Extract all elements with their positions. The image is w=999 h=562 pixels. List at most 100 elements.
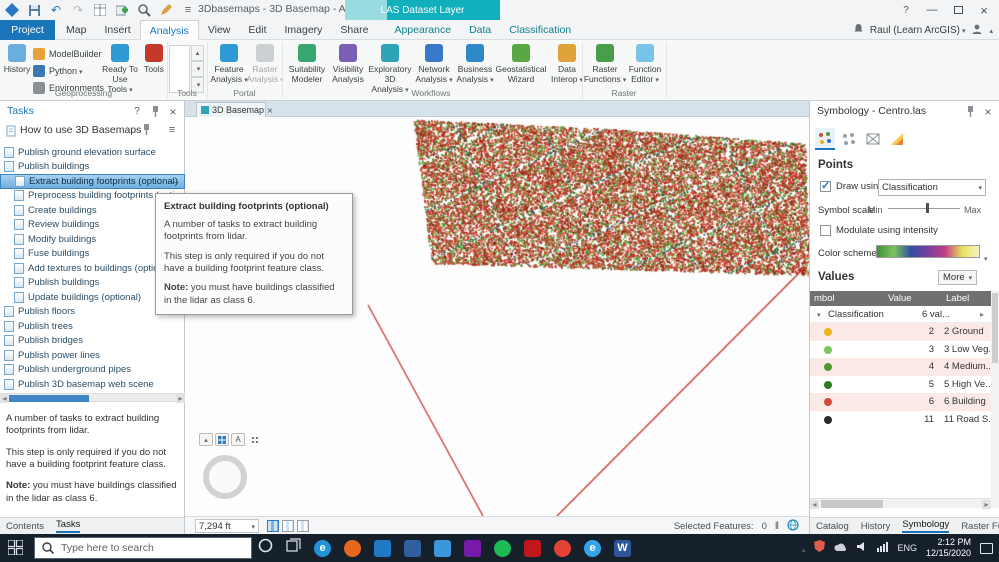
value-row[interactable]: 66 Building — [810, 393, 991, 411]
gallery-down-icon[interactable] — [191, 61, 204, 77]
class-color-swatch[interactable] — [824, 381, 832, 389]
pause-drawing-icon[interactable] — [775, 521, 779, 532]
taskbar-app-word[interactable]: W — [614, 540, 631, 557]
draw-using-checkbox[interactable] — [820, 181, 831, 192]
symbology-pin-icon[interactable] — [963, 105, 977, 118]
labels-control-icon[interactable]: A — [231, 433, 245, 446]
taskbar-app-acrobat[interactable] — [524, 540, 541, 557]
network-icon[interactable] — [877, 539, 888, 557]
person-icon[interactable] — [971, 23, 983, 38]
selection-grid-icon[interactable] — [267, 520, 279, 532]
refresh-globe-icon[interactable] — [787, 519, 799, 534]
task-menu-icon[interactable] — [165, 123, 179, 136]
value-row[interactable]: 55 High Ve... — [810, 376, 991, 394]
start-button[interactable] — [8, 540, 23, 560]
compass-control[interactable] — [203, 455, 247, 499]
add-data-icon[interactable] — [114, 2, 130, 18]
class-color-swatch[interactable] — [824, 346, 832, 354]
tab-data[interactable]: Data — [460, 20, 500, 40]
values-hscrollbar[interactable] — [810, 498, 991, 508]
tab-project[interactable]: Project — [0, 20, 55, 40]
close-icon[interactable]: × — [973, 1, 995, 19]
tab-classification[interactable]: Classification — [500, 20, 580, 40]
tab-view[interactable]: View — [199, 20, 240, 40]
value-row[interactable]: 1111 Road S... — [810, 411, 991, 429]
elevation-symbology-icon[interactable] — [887, 128, 907, 150]
python-button[interactable]: Python — [33, 63, 99, 78]
tab-imagery[interactable]: Imagery — [275, 20, 331, 40]
tab-edit[interactable]: Edit — [239, 20, 275, 40]
points-symbology-icon[interactable] — [815, 128, 835, 150]
task-pin-icon[interactable] — [139, 123, 153, 136]
taskbar-app-store[interactable] — [374, 540, 391, 557]
task-item-selected[interactable]: Extract building footprints (optional)→ — [0, 174, 185, 189]
tab-appearance[interactable]: Appearance — [385, 20, 460, 40]
tab-share[interactable]: Share — [331, 20, 377, 40]
task-item[interactable]: Publish bridges — [0, 334, 185, 349]
taskbar-app-onenote[interactable] — [464, 540, 481, 557]
language-indicator[interactable]: ENG — [897, 543, 917, 553]
class-color-swatch[interactable] — [824, 328, 832, 336]
scroll-left-icon[interactable] — [810, 500, 819, 509]
edit-icon[interactable] — [158, 2, 174, 18]
symbol-scale-slider[interactable] — [888, 201, 960, 215]
class-color-swatch[interactable] — [824, 398, 832, 406]
save-icon[interactable] — [26, 2, 42, 18]
tab-contents[interactable]: Contents — [6, 521, 44, 532]
redo-icon[interactable]: ↷ — [70, 2, 86, 18]
bell-icon[interactable] — [853, 23, 864, 37]
tab-catalog[interactable]: Catalog — [816, 521, 849, 532]
tab-symbology[interactable]: Symbology — [902, 519, 949, 533]
tab-analysis[interactable]: Analysis — [140, 20, 199, 40]
tab-raster-functions[interactable]: Raster Functions — [961, 521, 999, 532]
value-row[interactable]: 44 Medium... — [810, 358, 991, 376]
scroll-right-icon[interactable] — [176, 394, 185, 403]
maximize-icon[interactable] — [947, 1, 969, 19]
help-icon[interactable] — [895, 1, 917, 19]
taskbar-app-internet-explorer[interactable]: e — [584, 540, 601, 557]
color-scheme-bar[interactable] — [876, 245, 980, 258]
action-center-icon[interactable] — [980, 543, 993, 554]
value-row[interactable]: 33 Low Veg... — [810, 341, 991, 359]
modulate-checkbox[interactable] — [820, 225, 831, 236]
scroll-left-icon[interactable] — [0, 394, 9, 403]
scrollbar-thumb[interactable] — [821, 500, 883, 508]
slider-handle[interactable] — [926, 203, 929, 213]
undo-icon[interactable]: ↶ — [48, 2, 64, 18]
map-scale-select[interactable]: 7,294 ft — [195, 519, 259, 533]
tray-expand-icon[interactable] — [802, 539, 806, 557]
table-icon[interactable] — [92, 2, 108, 18]
task-item[interactable]: Publish power lines — [0, 348, 185, 363]
selection-grid3-icon[interactable] — [297, 520, 309, 532]
map-view-tab[interactable]: 3D Basemap — [196, 102, 266, 117]
scroll-right-icon[interactable] — [982, 500, 991, 509]
collapse-ribbon-icon[interactable] — [989, 25, 993, 36]
onedrive-icon[interactable] — [834, 539, 848, 557]
modelbuilder-button[interactable]: ModelBuilder — [33, 46, 99, 61]
tasks-close-icon[interactable]: × — [166, 105, 180, 118]
task-item[interactable]: Publish ground elevation surface — [0, 145, 185, 160]
taskbar-clock[interactable]: 2:12 PM 12/15/2020 — [926, 537, 971, 560]
class-color-swatch[interactable] — [824, 363, 832, 371]
tab-tasks[interactable]: Tasks — [56, 519, 80, 533]
draw-using-select[interactable]: Classification — [878, 179, 986, 196]
class-color-swatch[interactable] — [824, 416, 832, 424]
chevron-right-icon[interactable] — [980, 309, 984, 320]
symbology-close-icon[interactable]: × — [981, 105, 995, 118]
scrollbar-thumb[interactable] — [9, 395, 89, 402]
minimize-icon[interactable]: — — [921, 1, 943, 19]
selection-grid2-icon[interactable] — [282, 520, 294, 532]
taskbar-app-mail[interactable] — [434, 540, 451, 557]
task-item[interactable]: Publish 3D basemap web scene — [0, 377, 185, 392]
classification-group-row[interactable]: Classification 6 val... — [810, 306, 991, 323]
task-view-icon[interactable] — [286, 538, 301, 558]
customize-toolbar-icon[interactable] — [180, 2, 196, 18]
volume-icon[interactable] — [857, 539, 868, 557]
tab-map[interactable]: Map — [57, 20, 95, 40]
scrollbar-thumb[interactable] — [992, 293, 998, 363]
task-item[interactable]: Publish buildings — [0, 160, 185, 175]
gallery-up-icon[interactable] — [191, 45, 204, 61]
tasks-pin-icon[interactable] — [148, 105, 162, 118]
values-vscrollbar[interactable] — [991, 291, 999, 508]
layers-control-icon[interactable] — [215, 433, 229, 446]
